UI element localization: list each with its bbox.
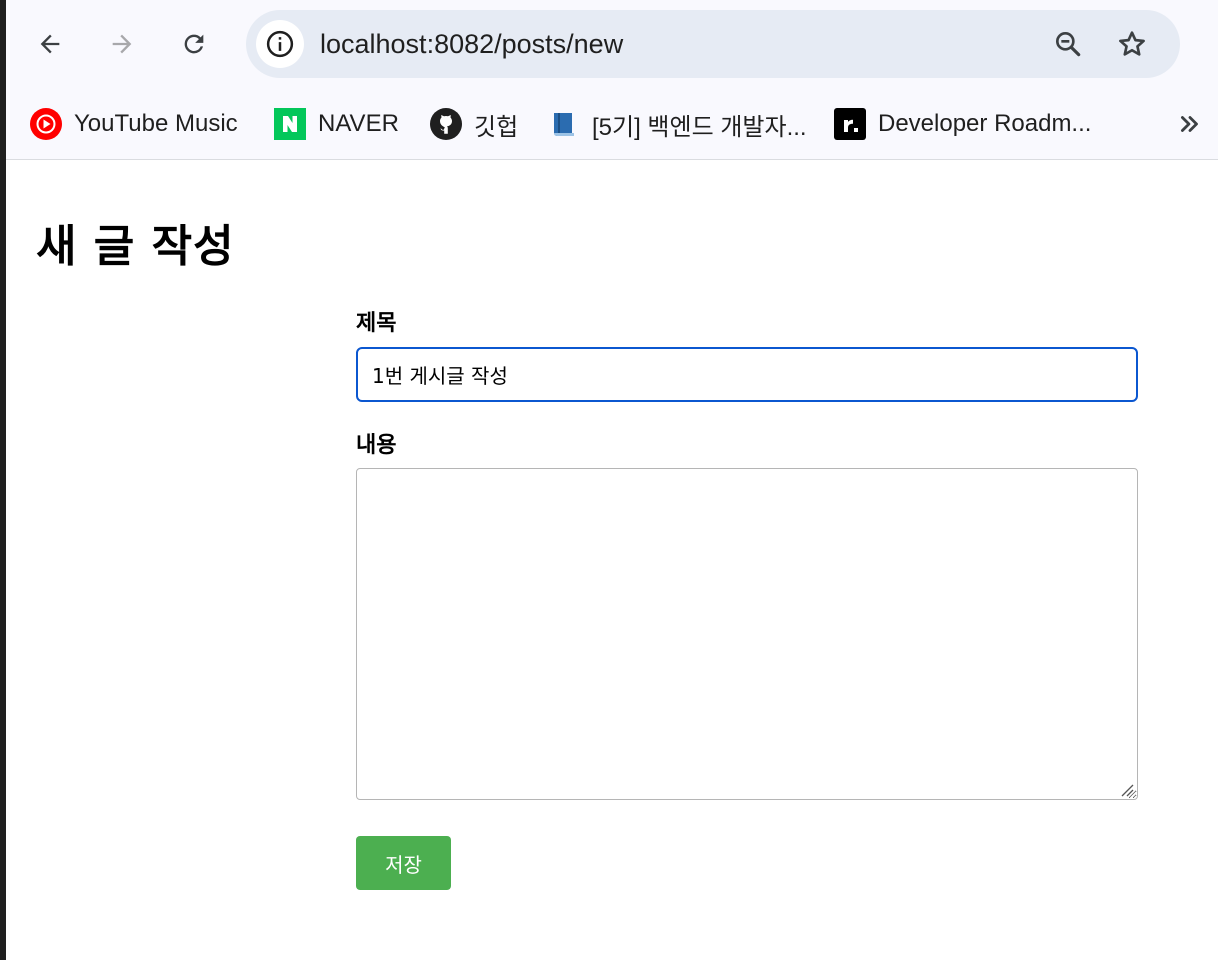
content-textarea[interactable]: [356, 468, 1138, 800]
arrow-left-icon: [40, 34, 60, 54]
chevron-double-right-icon: [1181, 116, 1198, 132]
bookmark-naver[interactable]: NAVER: [274, 106, 399, 142]
book-icon: [548, 108, 580, 140]
address-bar[interactable]: localhost:8082/posts/new: [246, 10, 1180, 78]
bookmark-youtube-music[interactable]: YouTube Music: [30, 106, 238, 142]
bookmark-developer-roadmap[interactable]: Developer Roadm...: [834, 106, 1091, 142]
reload-button[interactable]: [172, 22, 216, 66]
save-button[interactable]: 저장: [356, 836, 451, 890]
bookmark-star-button[interactable]: [1112, 24, 1152, 64]
zoom-button[interactable]: [1048, 24, 1088, 64]
roadmap-icon: [834, 108, 866, 140]
bookmark-label: [5기] 백엔드 개발자...: [592, 113, 807, 141]
zoom-icon: [1056, 31, 1081, 57]
url-text[interactable]: localhost:8082/posts/new: [320, 26, 623, 62]
bookmark-label: 깃헙: [474, 113, 519, 141]
bookmarks-bar: YouTube Music NAVER 깃헙 [5기] 백엔드 개발자... D…: [6, 100, 1218, 148]
github-icon: [430, 108, 462, 140]
title-input[interactable]: [356, 347, 1138, 402]
bookmark-label: Developer Roadm...: [878, 110, 1092, 137]
bookmark-backend-course[interactable]: [5기] 백엔드 개발자...: [548, 106, 807, 142]
star-icon: [1119, 31, 1145, 56]
naver-icon: [274, 108, 306, 140]
reload-icon: [184, 34, 204, 54]
page-title: 새 글 작성: [36, 221, 235, 272]
site-info-button[interactable]: [256, 20, 304, 68]
bookmark-label: NAVER: [318, 110, 399, 137]
bookmarks-overflow-button[interactable]: [1172, 106, 1208, 142]
info-icon: [266, 30, 294, 58]
content-label: 내용: [356, 433, 397, 458]
bookmark-label: YouTube Music: [74, 110, 238, 137]
forward-button[interactable]: [100, 22, 144, 66]
arrow-right-icon: [112, 34, 132, 54]
back-button[interactable]: [28, 22, 72, 66]
page-content: 새 글 작성 제목 내용 저장: [6, 161, 1218, 960]
youtube-music-icon: [30, 108, 62, 140]
bookmark-github[interactable]: 깃헙: [430, 106, 518, 142]
title-label: 제목: [356, 311, 397, 336]
browser-chrome: localhost:8082/posts/new YouTube Music N…: [6, 0, 1218, 160]
